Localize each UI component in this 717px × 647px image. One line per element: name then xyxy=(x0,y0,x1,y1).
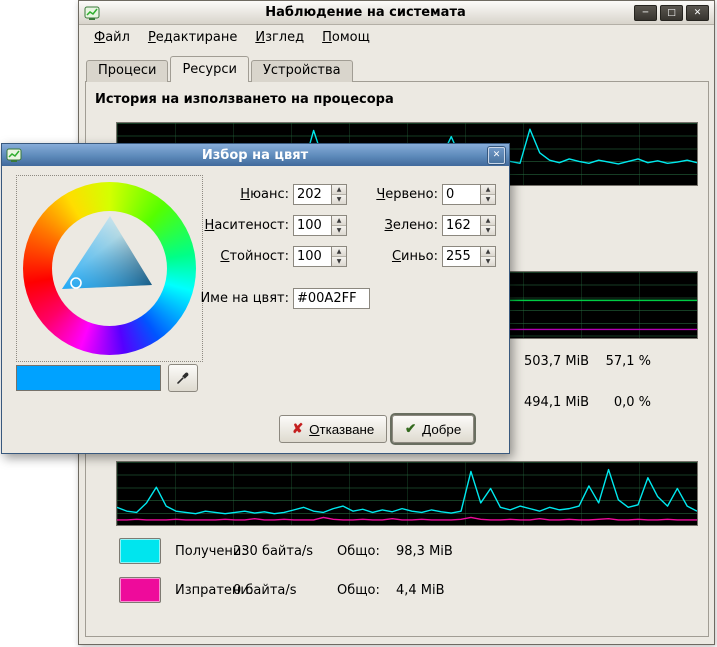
eyedropper-icon xyxy=(175,370,191,386)
system-monitor-icon xyxy=(84,5,100,21)
desktop: Наблюдение на системата ─ □ ✕ Файл Редак… xyxy=(0,0,717,647)
received-total-label: Общо: xyxy=(337,544,380,560)
dialog-app-icon xyxy=(6,147,22,163)
tab-resources[interactable]: Ресурси xyxy=(170,56,249,82)
red-down-icon[interactable]: ▼ xyxy=(481,195,495,204)
close-button[interactable]: ✕ xyxy=(686,5,709,21)
dialog-title: Избор на цвят xyxy=(22,148,488,163)
cancel-button-label: Отказване xyxy=(309,422,374,437)
tab-devices[interactable]: Устройства xyxy=(251,60,353,82)
received-total: 98,3 MiB xyxy=(396,544,453,560)
sent-total-label: Общо: xyxy=(337,583,380,599)
ok-button[interactable]: ✔ Добре xyxy=(392,415,474,443)
minimize-button[interactable]: ─ xyxy=(634,5,657,21)
main-window-title: Наблюдение на системата xyxy=(100,5,631,20)
hue-label: Нюанс: xyxy=(152,187,289,203)
received-rate: 230 байта/s xyxy=(233,544,313,560)
blue-up-icon[interactable]: ▲ xyxy=(481,247,495,257)
dialog-titlebar[interactable]: Избор на цвят ✕ xyxy=(2,144,509,166)
network-history-chart xyxy=(116,461,698,526)
menu-view[interactable]: Изглед xyxy=(246,27,313,48)
sent-color-button[interactable] xyxy=(119,577,161,603)
color-name-input[interactable] xyxy=(293,288,370,309)
blue-down-icon[interactable]: ▼ xyxy=(481,257,495,266)
red-label: Червено: xyxy=(322,187,438,203)
maximize-button[interactable]: □ xyxy=(660,5,683,21)
cancel-button[interactable]: ✘ Отказване xyxy=(279,415,387,443)
menu-edit[interactable]: Редактиране xyxy=(139,27,246,48)
saturation-value-triangle[interactable] xyxy=(52,211,167,326)
blue-label: Синьо: xyxy=(322,249,438,265)
hue-ring[interactable] xyxy=(23,182,196,355)
memory-usage-percent: 57,1 % xyxy=(579,354,651,370)
current-color-preview xyxy=(16,365,161,391)
saturation-label: Наситеност: xyxy=(152,218,289,234)
red-input[interactable] xyxy=(443,185,480,204)
hue-ring-hole xyxy=(52,211,167,326)
cancel-x-icon: ✘ xyxy=(292,421,303,437)
cpu-history-heading: История на използването на процесора xyxy=(95,92,394,107)
swap-usage-percent: 0,0 % xyxy=(579,395,651,411)
blue-spinner[interactable]: ▲▼ xyxy=(442,246,496,267)
sent-rate: 0 байта/s xyxy=(233,583,297,599)
dialog-close-icon[interactable]: ✕ xyxy=(488,147,505,164)
green-up-icon[interactable]: ▲ xyxy=(481,216,495,226)
eyedropper-button[interactable] xyxy=(168,364,198,392)
value-label: Стойност: xyxy=(152,249,289,265)
main-titlebar[interactable]: Наблюдение на системата ─ □ ✕ xyxy=(79,1,714,25)
menu-help[interactable]: Помощ xyxy=(313,27,379,48)
blue-input[interactable] xyxy=(443,247,480,266)
green-input[interactable] xyxy=(443,216,480,235)
ok-button-label: Добре xyxy=(422,422,461,437)
tab-processes[interactable]: Процеси xyxy=(86,60,168,82)
color-name-label: Име на цвят: xyxy=(152,291,289,307)
received-color-button[interactable] xyxy=(119,538,161,564)
menubar: Файл Редактиране Изглед Помощ xyxy=(79,25,714,49)
green-spinner[interactable]: ▲▼ xyxy=(442,215,496,236)
notebook-tabs: Процеси Ресурси Устройства xyxy=(86,56,355,82)
color-wheel[interactable] xyxy=(16,175,203,362)
green-down-icon[interactable]: ▼ xyxy=(481,226,495,235)
green-label: Зелено: xyxy=(322,218,438,234)
ok-check-icon: ✔ xyxy=(405,421,416,437)
menu-file[interactable]: Файл xyxy=(85,27,139,48)
red-spinner[interactable]: ▲▼ xyxy=(442,184,496,205)
sent-total: 4,4 MiB xyxy=(396,583,445,599)
color-picker-dialog: Избор на цвят ✕ xyxy=(1,143,510,454)
red-up-icon[interactable]: ▲ xyxy=(481,185,495,195)
